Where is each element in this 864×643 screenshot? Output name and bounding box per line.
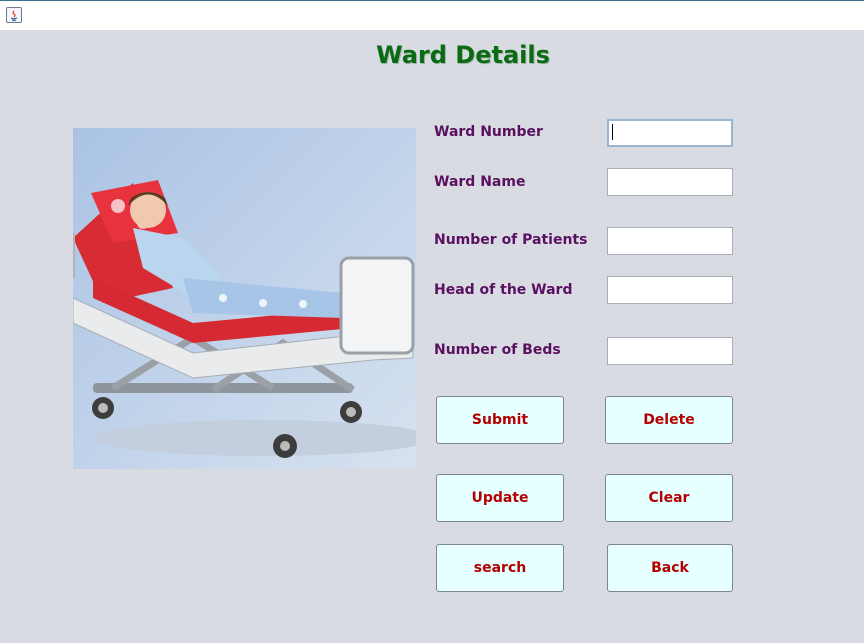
- window-titlebar: [0, 0, 864, 30]
- ward-name-field[interactable]: [607, 168, 733, 196]
- number-of-patients-label: Number of Patients: [434, 232, 588, 248]
- search-button[interactable]: search: [436, 544, 564, 592]
- clear-button[interactable]: Clear: [605, 474, 733, 522]
- head-of-ward-label: Head of the Ward: [434, 282, 573, 298]
- update-button[interactable]: Update: [436, 474, 564, 522]
- ward-number-field[interactable]: [607, 119, 733, 147]
- page-title: Ward Details: [376, 41, 550, 69]
- hospital-bed-photo: [73, 128, 416, 469]
- delete-button[interactable]: Delete: [605, 396, 733, 444]
- text-caret: [612, 124, 613, 140]
- number-of-patients-field[interactable]: [607, 227, 733, 255]
- ward-name-label: Ward Name: [434, 174, 526, 190]
- ward-number-label: Ward Number: [434, 124, 543, 140]
- number-of-beds-field[interactable]: [607, 337, 733, 365]
- back-button[interactable]: Back: [607, 544, 733, 592]
- submit-button[interactable]: Submit: [436, 396, 564, 444]
- head-of-ward-field[interactable]: [607, 276, 733, 304]
- number-of-beds-label: Number of Beds: [434, 342, 561, 358]
- java-app-icon[interactable]: [6, 7, 22, 23]
